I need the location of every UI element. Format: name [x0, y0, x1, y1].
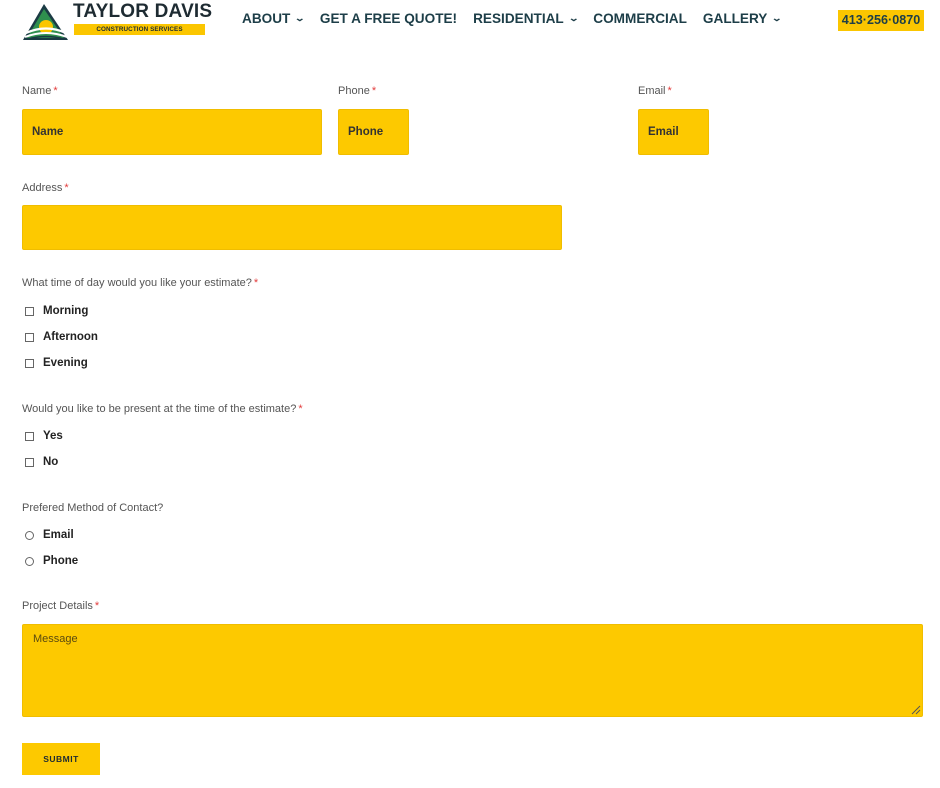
option-label: Phone: [43, 555, 79, 567]
address-field[interactable]: [22, 205, 562, 250]
radio-icon[interactable]: [25, 556, 34, 566]
phone-field[interactable]: [338, 109, 409, 155]
present-question-text: Would you like to be present at the time…: [22, 403, 297, 415]
checkbox-icon[interactable]: [25, 431, 34, 441]
option-label: No: [43, 456, 59, 468]
submit-button[interactable]: SUBMIT: [22, 743, 100, 775]
option-label: Afternoon: [43, 331, 98, 343]
option-label: Yes: [43, 430, 63, 442]
name-label-text: Name: [22, 85, 52, 97]
required-mark: *: [298, 403, 303, 415]
email-label: Email *: [638, 85, 672, 97]
time-question-text: What time of day would you like your est…: [22, 277, 252, 289]
radio-email[interactable]: Email: [25, 529, 74, 541]
nav-item-about[interactable]: ABOUT ⌄: [242, 11, 306, 26]
nav-item-label: RESIDENTIAL: [473, 11, 564, 26]
nav-item-free-quote[interactable]: GET A FREE QUOTE!: [320, 11, 457, 26]
option-label: Email: [43, 529, 74, 541]
email-field[interactable]: [638, 109, 709, 155]
required-mark: *: [64, 182, 69, 194]
nav-item-label: COMMERCIAL: [593, 11, 687, 26]
checkbox-afternoon[interactable]: Afternoon: [25, 331, 98, 343]
address-label: Address *: [22, 182, 69, 194]
nav-item-label: ABOUT: [242, 11, 291, 26]
name-field[interactable]: [22, 109, 322, 155]
option-label: Morning: [43, 305, 89, 317]
resize-grip-icon[interactable]: [909, 703, 921, 715]
nav-item-label: GALLERY: [702, 11, 768, 26]
required-mark: *: [371, 85, 377, 97]
brand-name[interactable]: TAYLOR DAVIS: [73, 1, 212, 23]
nav-item-residential[interactable]: RESIDENTIAL ⌄: [473, 11, 580, 26]
required-mark: *: [53, 85, 58, 97]
option-label: Evening: [43, 357, 88, 369]
contact-question-text: Prefered Method of Contact?: [22, 502, 164, 514]
chevron-down-icon: ⌄: [567, 13, 580, 23]
checkbox-evening[interactable]: Evening: [25, 357, 88, 369]
nav-item-gallery[interactable]: GALLERY ⌄: [702, 11, 783, 26]
details-label: Project Details *: [22, 600, 99, 612]
checkbox-morning[interactable]: Morning: [25, 305, 88, 317]
address-label-text: Address: [22, 182, 63, 194]
logo-icon[interactable]: [22, 2, 70, 42]
required-mark: *: [94, 600, 100, 612]
project-details-textarea[interactable]: [22, 624, 923, 717]
name-label: Name *: [22, 85, 58, 97]
present-question-label: Would you like to be present at the time…: [22, 403, 303, 415]
required-mark: *: [253, 277, 259, 289]
chevron-down-icon: ⌄: [771, 13, 783, 23]
phone-label-text: Phone: [338, 85, 370, 97]
radio-icon[interactable]: [25, 530, 34, 540]
time-question-label: What time of day would you like your est…: [22, 277, 258, 289]
phone-label: Phone *: [338, 85, 376, 97]
brand-tagline: CONSTRUCTION SERVICES: [74, 24, 205, 35]
nav-item-commercial[interactable]: COMMERCIAL: [593, 11, 687, 26]
checkbox-icon[interactable]: [25, 332, 34, 342]
main-nav: ABOUT ⌄ GET A FREE QUOTE! RESIDENTIAL ⌄ …: [242, 11, 797, 26]
phone-link[interactable]: 413·256·0870: [838, 10, 924, 31]
checkbox-icon[interactable]: [25, 358, 34, 368]
email-label-text: Email: [638, 85, 666, 97]
chevron-down-icon: ⌄: [294, 13, 306, 23]
radio-phone[interactable]: Phone: [25, 555, 78, 567]
checkbox-yes[interactable]: Yes: [25, 430, 63, 442]
nav-item-label: GET A FREE QUOTE!: [319, 11, 458, 26]
checkbox-icon[interactable]: [25, 306, 34, 316]
required-mark: *: [667, 85, 672, 97]
contact-question-label: Prefered Method of Contact?: [22, 502, 163, 514]
checkbox-icon[interactable]: [25, 457, 34, 467]
checkbox-no[interactable]: No: [25, 456, 58, 468]
details-label-text: Project Details: [22, 600, 93, 612]
